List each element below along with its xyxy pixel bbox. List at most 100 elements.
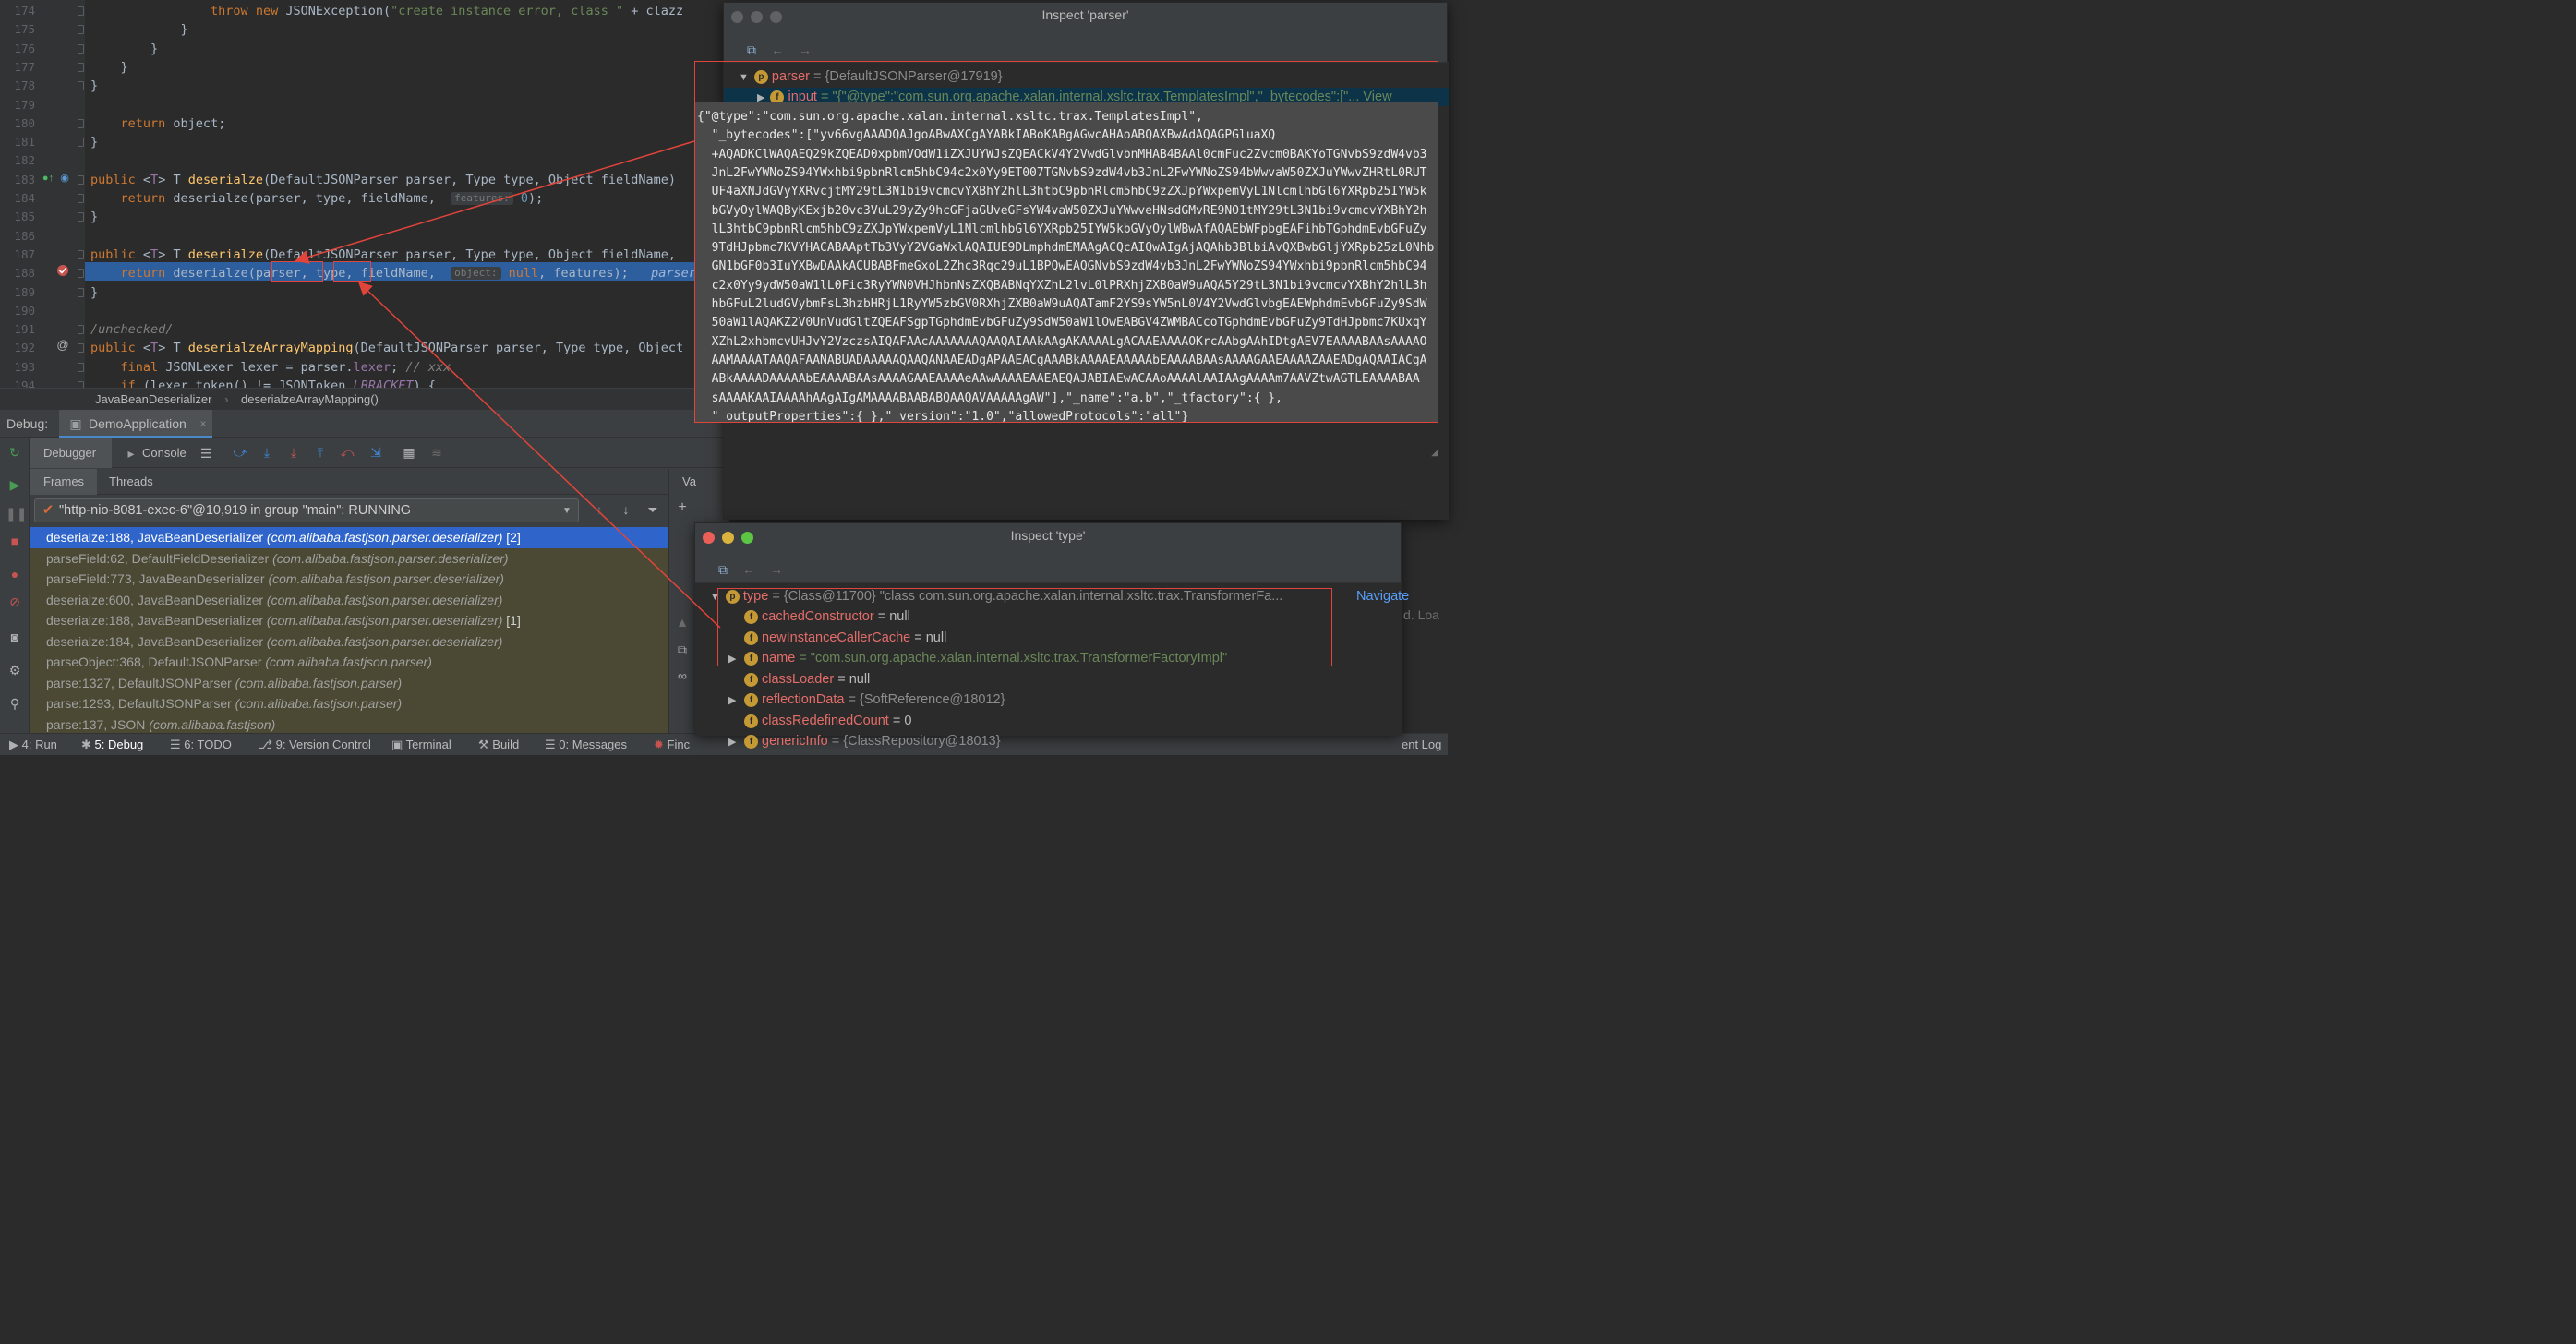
breadcrumb-class[interactable]: JavaBeanDeserializer [95,392,211,406]
code-line[interactable]: public <T> T deserialze(DefaultJSONParse… [90,171,676,189]
code-line[interactable]: return deserialze(parser, type, fieldNam… [90,264,704,282]
tree-row-field[interactable]: ▶ f reflectionData = {SoftReference@18012} [728,690,1005,712]
move-up-icon[interactable]: ▲ [673,615,692,630]
frame-item[interactable]: parse:1293, DefaultJSONParser (com.aliba… [30,693,668,714]
trace-icon[interactable]: ≋ [427,445,446,460]
hierarchy-icon[interactable]: ⧉ [714,562,732,577]
toolwindow-button[interactable]: ☰ 6: TODO [170,738,232,752]
code-line[interactable]: throw new JSONException("create instance… [90,2,683,20]
fold-marker-icon[interactable] [78,25,84,35]
code-line[interactable]: } [90,40,158,58]
frame-item[interactable]: parseObject:368, DefaultJSONParser (com.… [30,652,668,673]
frame-item[interactable]: parseField:62, DefaultFieldDeserializer … [30,548,668,570]
code-line[interactable]: return deserialze(parser, type, fieldNam… [90,189,544,208]
code-line[interactable]: return object; [90,114,226,133]
toolwindow-button[interactable]: ▣ Terminal [391,738,451,752]
frame-item[interactable]: parse:1327, DefaultJSONParser (com.aliba… [30,673,668,694]
code-line[interactable]: public <T> T deserialzeArrayMapping(Defa… [90,339,683,357]
override-icon[interactable]: ●↑ [39,171,57,186]
thread-selector[interactable]: ✔ "http-nio-8081-exec-6"@10,919 in group… [34,498,579,522]
fold-marker-icon[interactable] [78,212,84,222]
rerun-icon[interactable]: ↻ [6,445,24,460]
code-line[interactable]: } [90,283,98,302]
tab-console[interactable]: Console [142,446,187,460]
filter-icon[interactable]: ⏷ [644,502,662,517]
tab-demo-application[interactable]: ▣ DemoApplication × [59,410,212,438]
add-watch-icon[interactable]: + [673,500,692,515]
navigate-link[interactable]: Navigate [1356,586,1409,607]
code-line[interactable]: public <T> T deserialze(DefaultJSONParse… [90,246,676,264]
show-execution-point-icon[interactable]: ⤻ [231,445,249,460]
frame-item[interactable]: deserialze:188, JavaBeanDeserializer (co… [30,610,668,631]
fold-marker-icon[interactable] [78,381,84,388]
toolwindow-button[interactable]: ⚒ Build [478,738,519,752]
fold-marker-icon[interactable] [78,81,84,91]
window-close-button[interactable] [703,532,715,544]
toolwindow-button[interactable]: ☰ 0: Messages [545,738,627,752]
implement-icon[interactable]: ◉ [55,171,74,186]
mute-breakpoints-icon[interactable]: ⊘ [6,594,24,609]
fold-marker-icon[interactable] [78,138,84,148]
fold-marker-icon[interactable] [78,43,84,54]
frame-item[interactable]: deserialze:184, JavaBeanDeserializer (co… [30,631,668,653]
fold-marker-icon[interactable] [78,325,84,335]
fold-marker-icon[interactable] [78,362,84,372]
collapsed-arrow-icon[interactable]: ▶ [728,732,744,753]
toolwindow-button[interactable]: ▶ 4: Run [9,738,57,752]
window-zoom-button[interactable] [770,11,782,23]
tab-threads[interactable]: Threads [109,474,153,488]
step-over-icon[interactable]: ⤓ [258,445,276,460]
previous-frame-icon[interactable]: ↑ [590,502,608,517]
fold-marker-icon[interactable] [78,343,84,354]
pin-icon[interactable]: ⚲ [6,696,24,711]
tree-row-field[interactable]: ▶ f genericInfo = {ClassRepository@18013} [728,731,1001,753]
toolwindow-button[interactable]: ✹ Finc [654,738,690,752]
code-line[interactable]: } [90,77,98,95]
forward-icon[interactable]: → [796,42,814,57]
code-editor[interactable]: 174 175 176 177 178 179 180 181 182 183 184 185 186 1… [0,0,729,388]
layout-icon[interactable]: ☰ [197,446,215,461]
fold-marker-icon[interactable] [78,287,84,297]
pause-icon[interactable]: ❚❚ [6,506,27,521]
code-line[interactable]: } [90,20,188,39]
copy-icon[interactable]: ⧉ [673,642,692,657]
forward-icon[interactable]: → [767,562,786,577]
frame-item[interactable]: parse:137, JSON (com.alibaba.fastjson) [30,714,668,735]
close-icon[interactable]: × [194,416,212,431]
collapsed-arrow-icon[interactable]: ▶ [728,690,744,712]
resume-icon[interactable]: ▶ [6,477,24,492]
fold-marker-icon[interactable] [78,174,84,185]
resize-grip-icon[interactable]: ◢ [1426,446,1444,461]
breadcrumb-method[interactable]: deserialzeArrayMapping() [241,392,379,406]
camera-icon[interactable]: ◙ [6,630,24,644]
step-out-icon[interactable]: ⤒ [311,445,330,460]
window-zoom-button[interactable] [741,532,753,544]
tree-row-field[interactable]: f classLoader = null [728,669,870,690]
tab-debugger[interactable]: Debugger [30,438,112,468]
next-frame-icon[interactable]: ↓ [617,502,635,517]
window-minimize-button[interactable] [722,532,734,544]
code-line[interactable]: } [90,58,128,77]
stop-icon[interactable]: ■ [6,534,24,548]
frame-item[interactable]: parseField:773, JavaBeanDeserializer (co… [30,569,668,590]
back-icon[interactable]: ← [768,42,787,57]
view-breakpoints-icon[interactable]: ● [6,567,24,582]
code-line[interactable]: } [90,208,98,226]
evaluate-expression-icon[interactable]: ▦ [400,445,418,460]
hierarchy-icon[interactable]: ⧉ [742,42,761,57]
fold-marker-icon[interactable] [78,249,84,259]
event-log-button[interactable]: ent Log [1402,738,1441,751]
code-line[interactable]: final JSONLexer lexer = parser.lexer; //… [90,358,451,377]
code-line[interactable]: } [90,133,98,151]
code-line[interactable]: if (lexer.token() != JSONToken.LBRACKET)… [90,377,436,388]
fold-marker-icon[interactable] [78,62,84,72]
frame-item[interactable]: deserialze:600, JavaBeanDeserializer (co… [30,590,668,611]
fold-marker-icon[interactable] [78,118,84,128]
code-line[interactable]: /unchecked/ [90,320,173,339]
toolwindow-button[interactable]: ⎇ 9: Version Control [259,738,371,752]
fold-marker-icon[interactable] [78,6,84,16]
back-icon[interactable]: ← [740,562,758,577]
watches-icon[interactable]: ∞ [673,668,692,683]
tree-row-field[interactable]: f classRedefinedCount = 0 [728,711,911,732]
fold-marker-icon[interactable] [78,194,84,203]
